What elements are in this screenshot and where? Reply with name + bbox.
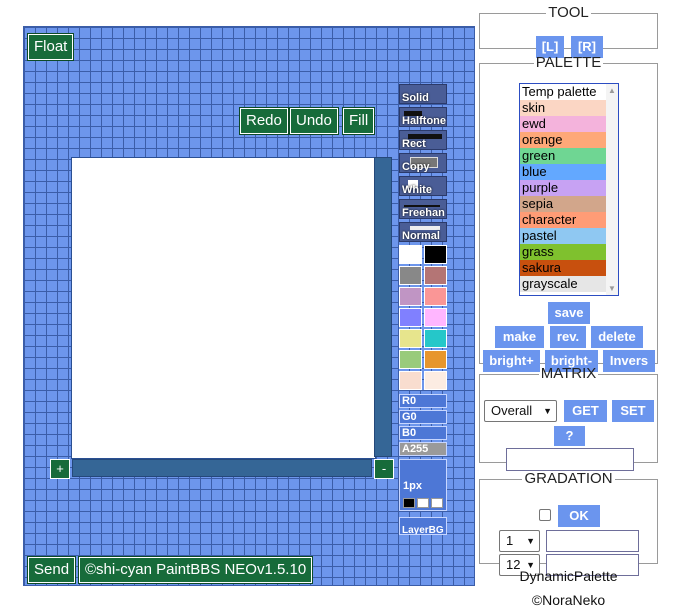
color-swatch[interactable] <box>424 287 447 306</box>
color-swatch[interactable] <box>424 350 447 369</box>
tool-panel: TOOL [L] [R] <box>479 4 658 58</box>
gradation-panel-title: GRADATION <box>524 470 613 487</box>
tool-freehand[interactable]: Freehan <box>399 199 447 219</box>
palette-item[interactable]: sepia <box>520 196 606 212</box>
palette-item[interactable]: grass <box>520 244 606 260</box>
matrix-panel: MATRIX Overall ▼ GET SET ? <box>479 365 658 471</box>
tool-halftone[interactable]: Halftone <box>399 107 447 127</box>
color-swatch[interactable] <box>399 329 422 348</box>
zoom-in-button[interactable]: + <box>50 459 70 479</box>
palette-item[interactable]: grayscale <box>520 276 606 292</box>
palette-scrollbar[interactable]: ▲ ▼ <box>606 84 618 295</box>
color-swatch[interactable] <box>399 371 422 390</box>
undo-button[interactable]: Undo <box>289 107 339 135</box>
palette-panel: PALETTE Temp palette skin ewd orange green bl… <box>479 54 658 372</box>
gradation-start-value: 1 <box>506 533 514 548</box>
tool-normal[interactable]: Normal <box>399 222 447 242</box>
color-swatch[interactable] <box>424 266 447 285</box>
chevron-down-icon: ▼ <box>526 536 535 546</box>
color-swatch[interactable] <box>424 371 447 390</box>
layer-bg-button[interactable]: LayerBG <box>399 517 447 535</box>
redo-button[interactable]: Redo <box>239 107 289 135</box>
tool-label: Normal <box>402 230 440 242</box>
tool-label: Freehan <box>402 207 445 219</box>
brush-size-label: 1px <box>403 480 422 492</box>
make-button[interactable]: make <box>495 326 544 348</box>
color-swatch[interactable] <box>424 329 447 348</box>
delete-button[interactable]: delete <box>591 326 643 348</box>
gradation-panel: GRADATION OK 1 ▼ 12 ▼ <box>479 470 658 576</box>
tool-white[interactable]: White <box>399 176 447 196</box>
palette-item[interactable]: green <box>520 148 606 164</box>
palette-item[interactable]: Temp palette <box>520 84 606 100</box>
color-swatch[interactable] <box>399 308 422 327</box>
fill-button[interactable]: Fill <box>341 107 376 135</box>
color-swatch[interactable] <box>399 266 422 285</box>
tool-label: White <box>402 184 432 196</box>
tool-label: Rect <box>402 138 426 150</box>
palette-item[interactable]: pastel <box>520 228 606 244</box>
send-button[interactable]: Send <box>26 556 77 584</box>
rev-button[interactable]: rev. <box>550 326 586 348</box>
tool-solid[interactable]: Solid <box>399 84 447 104</box>
palette-item[interactable]: purple <box>520 180 606 196</box>
palette-item[interactable]: blue <box>520 164 606 180</box>
layer-dot[interactable] <box>417 498 429 508</box>
gradation-checkbox[interactable] <box>539 509 551 521</box>
palette-item[interactable]: character <box>520 212 606 228</box>
ok-button[interactable]: OK <box>558 505 600 527</box>
tool-label: Copy <box>402 161 430 173</box>
chevron-down-icon: ▼ <box>543 406 552 416</box>
gradation-start-select[interactable]: 1 ▼ <box>499 530 540 552</box>
palette-item[interactable]: skin <box>520 100 606 116</box>
help-button[interactable]: ? <box>554 426 585 446</box>
palette-item[interactable]: orange <box>520 132 606 148</box>
paint-area: Float Redo Undo Fill + - Solid Halftone … <box>23 26 475 586</box>
palette-panel-title: PALETTE <box>535 54 602 71</box>
blue-value[interactable]: B0 <box>399 426 447 440</box>
drawing-canvas[interactable] <box>71 157 376 459</box>
tool-label: Halftone <box>402 115 446 127</box>
layer-dot[interactable] <box>431 498 443 508</box>
scroll-up-icon[interactable]: ▲ <box>607 86 617 95</box>
credit-dynamic-palette: DynamicPalette <box>519 568 618 584</box>
credit-noraneko: ©NoraNeko <box>531 592 606 608</box>
scroll-down-icon[interactable]: ▼ <box>607 284 617 293</box>
copyright-link[interactable]: ©shi-cyan PaintBBS NEOv1.5.10 <box>77 556 314 584</box>
tool-copy[interactable]: Copy <box>399 153 447 173</box>
matrix-select[interactable]: Overall ▼ <box>484 400 557 422</box>
zoom-out-button[interactable]: - <box>374 459 394 479</box>
vertical-scrollbar[interactable] <box>374 157 392 457</box>
palette-item[interactable]: sakura <box>520 260 606 276</box>
color-swatch[interactable] <box>399 350 422 369</box>
matrix-select-value: Overall <box>491 403 533 418</box>
set-button[interactable]: SET <box>612 400 654 422</box>
green-value[interactable]: G0 <box>399 410 447 424</box>
tool-rect[interactable]: Rect <box>399 130 447 150</box>
alpha-value[interactable]: A255 <box>399 442 447 456</box>
color-swatch[interactable] <box>399 245 422 264</box>
palette-list[interactable]: Temp palette skin ewd orange green blue purple… <box>519 83 619 296</box>
layer-dot[interactable] <box>403 498 415 508</box>
red-value[interactable]: R0 <box>399 394 447 408</box>
get-button[interactable]: GET <box>564 400 607 422</box>
color-swatch[interactable] <box>399 287 422 306</box>
palette-item[interactable]: ewd <box>520 116 606 132</box>
tool-label: Solid <box>402 92 429 104</box>
save-button[interactable]: save <box>548 302 590 324</box>
color-swatch[interactable] <box>424 308 447 327</box>
float-button[interactable]: Float <box>26 33 75 61</box>
brush-size-selector[interactable]: 1px <box>399 459 447 511</box>
matrix-panel-title: MATRIX <box>540 365 597 382</box>
color-swatch[interactable] <box>424 245 447 264</box>
horizontal-scrollbar[interactable] <box>72 459 372 477</box>
matrix-textarea[interactable] <box>506 448 634 471</box>
tool-panel-title: TOOL <box>548 4 589 21</box>
gradation-start-color[interactable] <box>546 530 639 552</box>
